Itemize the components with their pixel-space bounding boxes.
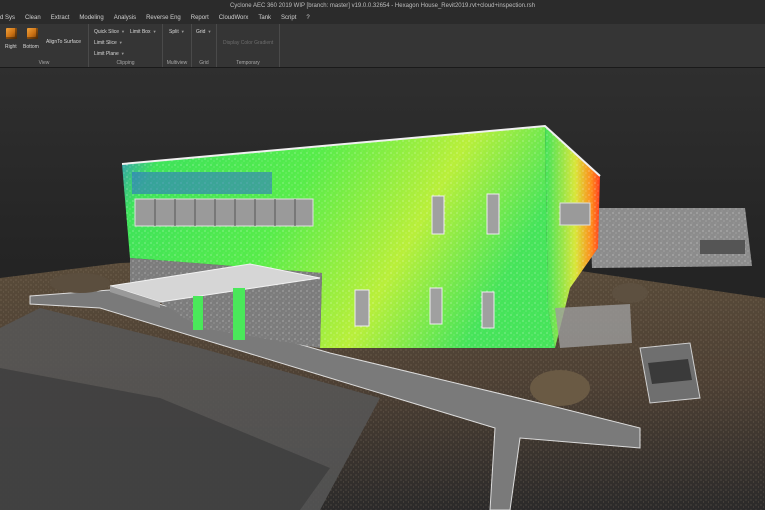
- logo-sign: [132, 172, 272, 194]
- chevron-down-icon: ▼: [121, 29, 125, 34]
- view-bottom-button[interactable]: Bottom: [23, 44, 39, 50]
- grid-button[interactable]: Grid ▼: [196, 29, 211, 35]
- align-to-surface-button[interactable]: AlignTo Surface: [46, 39, 81, 45]
- front-door: [354, 289, 370, 327]
- point-cloud-viewport[interactable]: [0, 68, 765, 510]
- canopy-column: [193, 296, 203, 330]
- canopy-column: [233, 288, 245, 340]
- chevron-down-icon: ▼: [118, 40, 123, 45]
- menu-item-reverse-eng[interactable]: Reverse Eng: [141, 12, 186, 24]
- group-label-view: View: [38, 60, 50, 66]
- front-window: [486, 193, 500, 235]
- ribbon-group-temporary: Display Color Gradient Temporary: [217, 24, 280, 67]
- limit-slice-label: Limit Slice: [94, 40, 117, 46]
- menu-item-analysis[interactable]: Analysis: [109, 12, 141, 24]
- grid-label: Grid: [196, 29, 206, 35]
- parked-car: [639, 342, 701, 404]
- window-title: Cyclone AEC 360 2019 WIP [branch: master…: [0, 0, 765, 12]
- shrub: [50, 273, 110, 293]
- background-building-window: [700, 240, 745, 254]
- limit-plane-button[interactable]: Limit Plane ▼: [94, 51, 125, 57]
- group-label-multiview: Multiview: [166, 60, 188, 66]
- chevron-down-icon: ▼: [152, 29, 157, 34]
- ribbon-group-clipping: Quick Slice ▼ Limit Box ▼ Limit Slice ▼ Lim…: [89, 24, 163, 67]
- quick-slice-label: Quick Slice: [94, 29, 120, 35]
- background-building-texture: [590, 208, 752, 268]
- view-right-button[interactable]: Right: [5, 44, 17, 50]
- display-color-gradient-button[interactable]: Display Color Gradient: [223, 40, 273, 46]
- cube-right-icon[interactable]: [6, 28, 17, 39]
- limit-slice-button[interactable]: Limit Slice ▼: [94, 40, 123, 46]
- menu-item-cloudworx[interactable]: CloudWorx: [214, 12, 254, 24]
- menu-item-tank[interactable]: Tank: [253, 12, 276, 24]
- group-label-clipping: Clipping: [116, 60, 135, 66]
- split-label: Split: [169, 29, 179, 35]
- front-window: [431, 195, 445, 235]
- front-window: [481, 291, 495, 329]
- menu-item-sys[interactable]: d Sys: [0, 12, 20, 24]
- menu-item-help[interactable]: ?: [301, 12, 314, 24]
- chevron-down-icon: ▼: [120, 51, 125, 56]
- menu-item-extract[interactable]: Extract: [46, 12, 75, 24]
- front-window: [429, 287, 443, 325]
- ribbon-group-grid: Grid ▼ Grid: [192, 24, 217, 67]
- cube-bottom-icon[interactable]: [27, 28, 38, 39]
- menu-item-modeling[interactable]: Modeling: [74, 12, 108, 24]
- shrub: [530, 370, 590, 406]
- shrub: [612, 283, 648, 303]
- menu-item-script[interactable]: Script: [276, 12, 301, 24]
- group-label-grid: Grid: [199, 60, 209, 66]
- ribbon-group-multiview: Split ▼ Multiview: [163, 24, 192, 67]
- limit-box-label: Limit Box: [130, 29, 151, 35]
- menu-bar: d Sys Clean Extract Modeling Analysis Re…: [0, 12, 765, 24]
- side-window: [559, 202, 591, 226]
- side-railing: [555, 304, 632, 348]
- limit-plane-label: Limit Plane: [94, 51, 119, 57]
- ribbon: Right Bottom AlignTo Surface View Quick …: [0, 24, 765, 68]
- point-cloud-scene: [0, 124, 765, 510]
- limit-box-button[interactable]: Limit Box ▼: [130, 29, 157, 35]
- quick-slice-button[interactable]: Quick Slice ▼: [94, 29, 125, 35]
- menu-item-report[interactable]: Report: [186, 12, 214, 24]
- chevron-down-icon: ▼: [207, 29, 212, 34]
- window-band: [134, 198, 314, 227]
- split-button[interactable]: Split ▼: [169, 29, 185, 35]
- ribbon-group-view: Right Bottom AlignTo Surface View: [0, 24, 89, 67]
- chevron-down-icon: ▼: [180, 29, 185, 34]
- group-label-temporary: Temporary: [236, 60, 260, 66]
- menu-item-clean[interactable]: Clean: [20, 12, 46, 24]
